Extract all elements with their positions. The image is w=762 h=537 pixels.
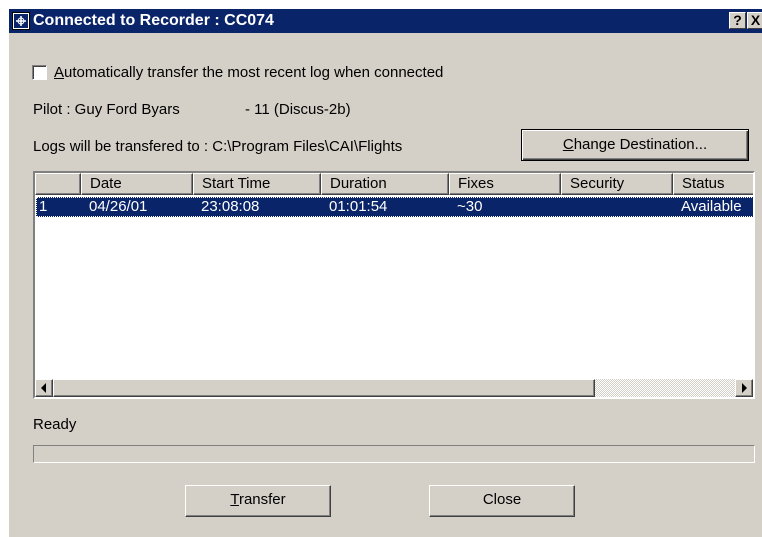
change-destination-button[interactable]: Change Destination... bbox=[521, 129, 749, 161]
row-fixes: ~30 bbox=[457, 198, 483, 215]
column-header-security[interactable]: Security bbox=[561, 173, 673, 195]
row-date: 04/26/01 bbox=[89, 198, 148, 215]
close-window-button[interactable]: X bbox=[747, 12, 762, 29]
row-index: 1 bbox=[39, 198, 48, 215]
column-header-start-time[interactable]: Start Time bbox=[193, 173, 321, 195]
column-header-status[interactable]: Status bbox=[673, 173, 753, 195]
close-button[interactable]: Close bbox=[429, 485, 575, 517]
destination-label: Logs will be transfered to : C:\Program … bbox=[33, 138, 403, 155]
status-text: Ready bbox=[33, 416, 77, 433]
close-button-label: Close bbox=[482, 491, 522, 508]
scrollbar-thumb[interactable] bbox=[53, 379, 595, 397]
scroll-right-arrow-icon[interactable] bbox=[735, 379, 753, 397]
auto-transfer-checkbox[interactable] bbox=[32, 65, 47, 80]
window-title: Connected to Recorder : CC074 bbox=[33, 12, 274, 29]
row-duration: 01:01:54 bbox=[329, 198, 388, 215]
help-button[interactable]: ? bbox=[729, 12, 746, 29]
scroll-left-arrow-icon[interactable] bbox=[35, 379, 53, 397]
logs-list[interactable]: Date Start Time Duration Fixes Security … bbox=[33, 171, 755, 399]
table-row[interactable]: 1 04/26/01 23:08:08 01:01:54 ~30 Availab… bbox=[36, 197, 753, 217]
scrollbar-track[interactable] bbox=[595, 379, 735, 397]
horizontal-scrollbar[interactable] bbox=[35, 379, 753, 397]
column-header-fixes[interactable]: Fixes bbox=[449, 173, 561, 195]
column-header-date[interactable]: Date bbox=[81, 173, 193, 195]
column-header-duration[interactable]: Duration bbox=[321, 173, 449, 195]
transfer-progress-bar bbox=[33, 445, 755, 463]
column-header-index[interactable] bbox=[35, 173, 81, 195]
logs-list-header: Date Start Time Duration Fixes Security … bbox=[35, 173, 753, 195]
recorder-dialog: Connected to Recorder : CC074 ? X Automa… bbox=[8, 8, 762, 537]
transfer-button-label: Transfer bbox=[230, 491, 286, 508]
title-bar[interactable]: Connected to Recorder : CC074 ? X bbox=[9, 9, 762, 33]
transfer-button[interactable]: Transfer bbox=[185, 485, 331, 517]
auto-transfer-label[interactable]: Automatically transfer the most recent l… bbox=[54, 64, 443, 82]
row-start-time: 23:08:08 bbox=[201, 198, 260, 215]
glider-info: - 11 (Discus-2b) bbox=[245, 101, 351, 118]
pilot-label: Pilot : Guy Ford Byars bbox=[33, 101, 180, 118]
row-status: Available bbox=[681, 198, 742, 215]
recorder-app-icon[interactable] bbox=[12, 12, 30, 30]
change-destination-label: Change Destination... bbox=[562, 136, 708, 153]
